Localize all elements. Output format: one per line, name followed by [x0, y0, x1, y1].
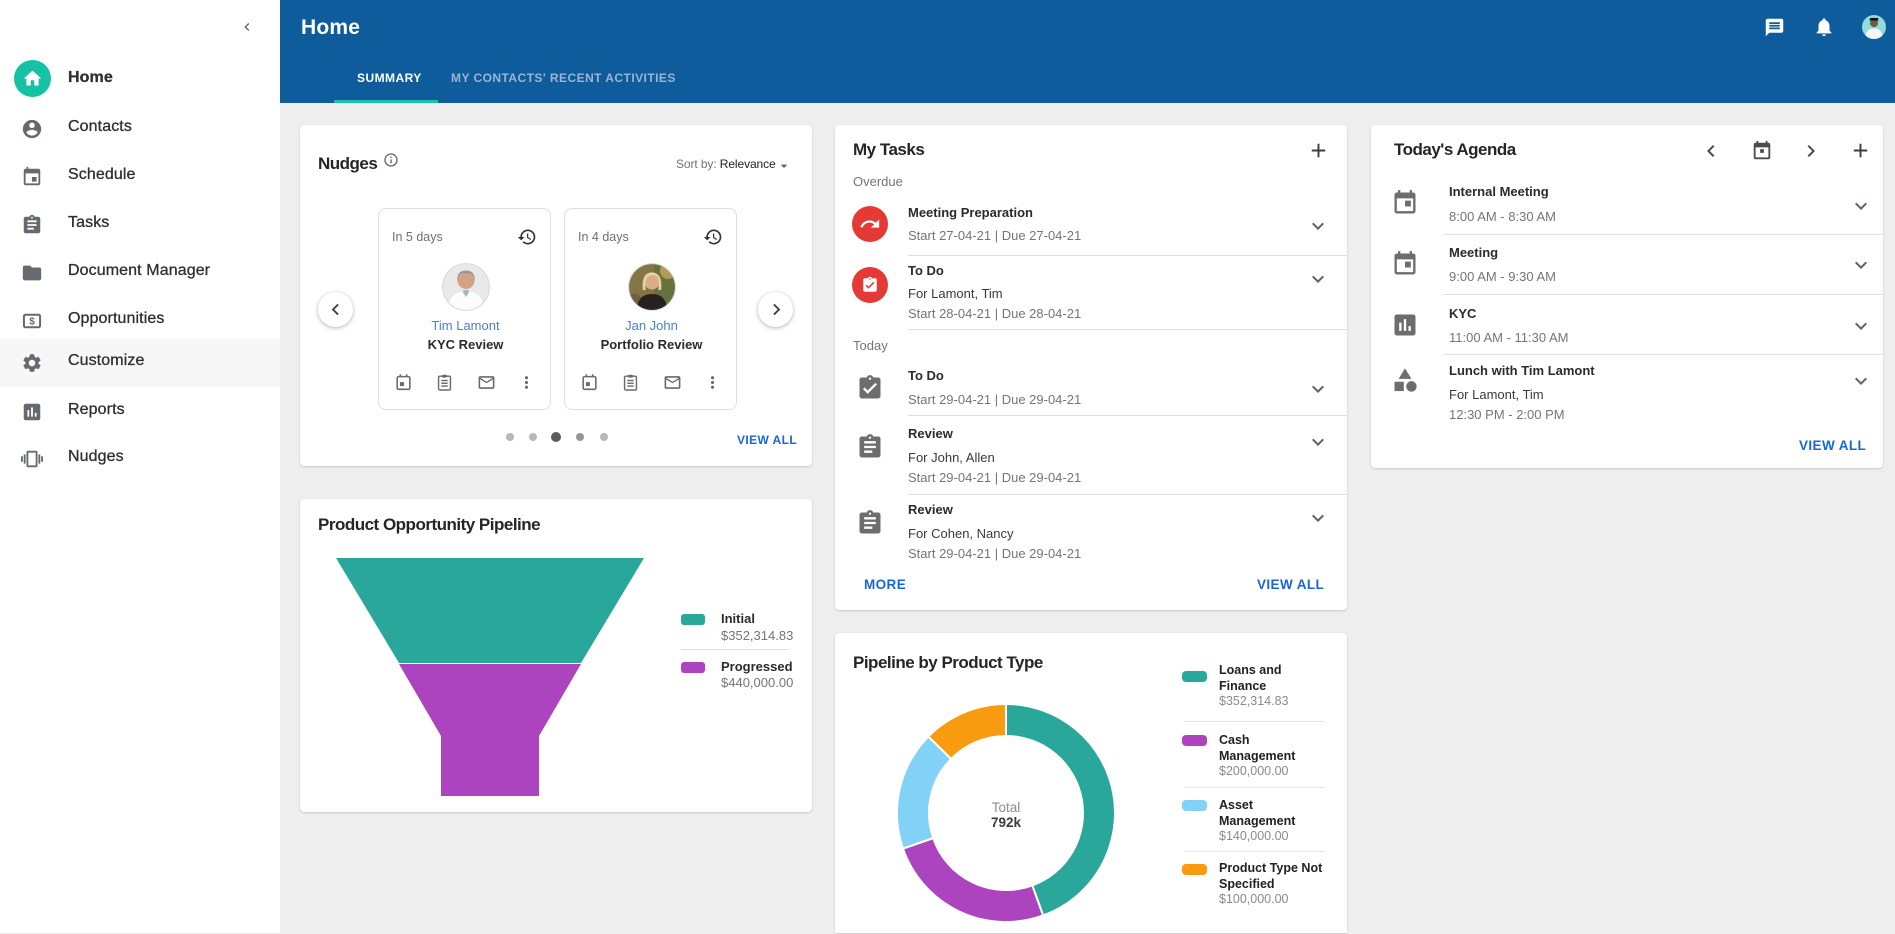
svg-text:$: $ [29, 317, 35, 328]
